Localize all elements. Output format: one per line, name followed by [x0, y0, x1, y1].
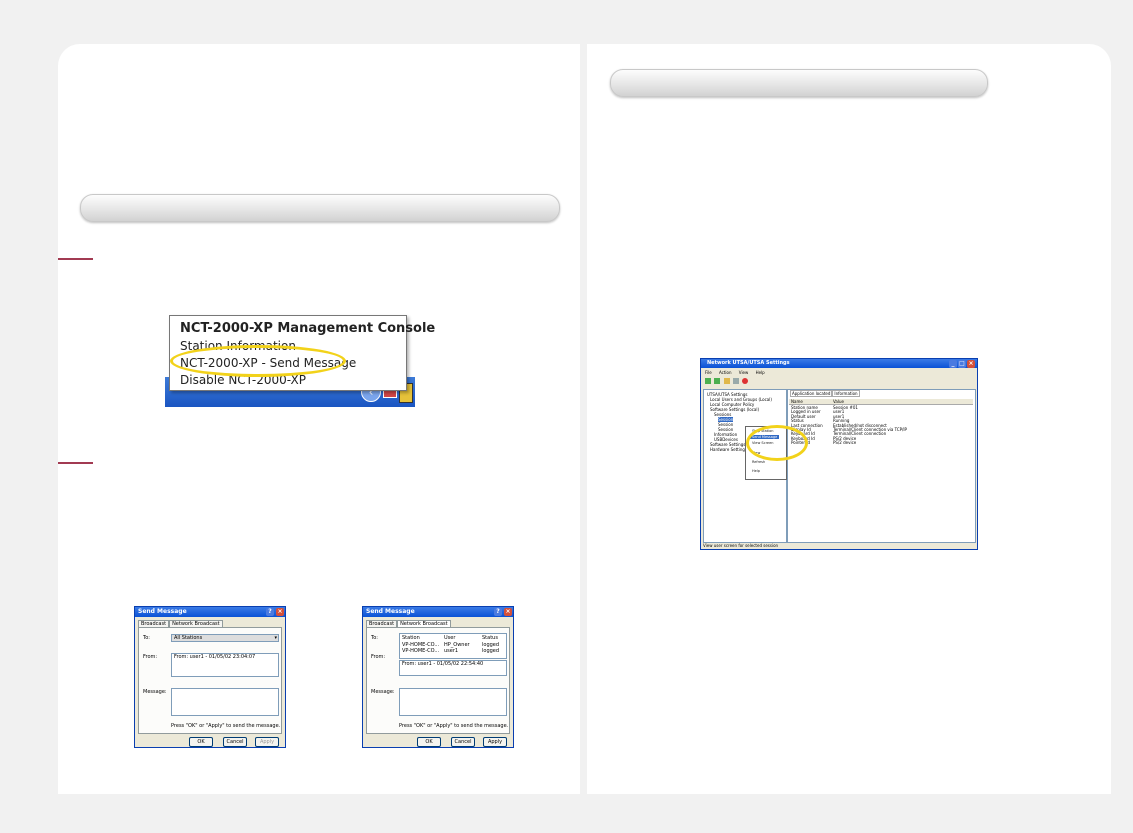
help-icon[interactable]: ? — [266, 608, 274, 616]
ok-button[interactable]: OK — [189, 737, 213, 747]
close-icon[interactable]: × — [504, 608, 512, 616]
close-icon[interactable]: × — [967, 359, 975, 368]
menu-file[interactable]: File — [705, 370, 712, 375]
forward-icon[interactable] — [714, 378, 721, 384]
section-bar-left — [80, 194, 560, 222]
dialog-title: Send Message ? × — [363, 607, 513, 617]
tab-information[interactable]: Information — [832, 390, 860, 397]
ok-button[interactable]: OK — [417, 737, 441, 747]
from-label: From: — [143, 654, 158, 660]
chevron-down-icon: ▾ — [274, 635, 277, 641]
message-label: Message: — [371, 689, 395, 695]
highlight-send-message — [170, 345, 346, 377]
ctx-help[interactable]: Help — [752, 469, 760, 473]
message-label: Message: — [143, 689, 167, 695]
stop-icon[interactable] — [742, 378, 749, 384]
tab-application-located[interactable]: Application located — [790, 390, 833, 397]
dialog-pane: To: Station User Status VP-HOME-CO... HP… — [366, 627, 510, 734]
dialog-tabs: Broadcast Network Broadcast — [366, 620, 451, 627]
col-status: Status — [482, 635, 498, 641]
cancel-button[interactable]: Cancel — [451, 737, 475, 747]
row-2-station[interactable]: VP-HOME-CO... — [402, 648, 439, 654]
apply-button[interactable]: Apply — [255, 737, 279, 747]
highlight-send-message-mmc — [746, 425, 808, 461]
section-bar-right — [610, 69, 988, 97]
tree-item[interactable]: Hardware Settings — [710, 447, 747, 452]
dialog-tabs: Broadcast Network Broadcast — [138, 620, 223, 627]
dialog-title: Send Message ? × — [135, 607, 285, 617]
table-row[interactable]: Pointer Id PS/2 device — [789, 440, 973, 445]
tab-broadcast[interactable]: Broadcast — [138, 620, 170, 627]
mmc-statusbar: View user screen for selected session — [703, 543, 779, 548]
to-label: To: — [371, 635, 378, 641]
send-message-dialog-network: Send Message ? × Broadcast Network Broadc… — [362, 606, 514, 748]
help-icon[interactable]: ? — [494, 608, 502, 616]
folder-icon[interactable] — [723, 378, 730, 384]
col-user: User — [444, 635, 456, 641]
from-field[interactable]: From: user1 - 01/05/02 22:54:40 — [399, 660, 507, 676]
menu-view[interactable]: View — [739, 370, 749, 375]
step-marker-1 — [58, 258, 93, 260]
mmc-toolbar — [705, 378, 749, 386]
tab-network-broadcast[interactable]: Network Broadcast — [397, 620, 451, 627]
from-label: From: — [371, 654, 386, 660]
tab-network-broadcast[interactable]: Network Broadcast — [169, 620, 223, 627]
menu-item-management-console[interactable]: NCT-2000-XP Management Console — [180, 321, 435, 336]
ctx-refresh[interactable]: Refresh — [752, 460, 765, 464]
maximize-icon[interactable]: □ — [958, 359, 966, 368]
to-select[interactable]: All Stations ▾ — [171, 634, 279, 642]
message-field[interactable] — [399, 688, 507, 716]
properties-icon[interactable] — [732, 378, 739, 384]
dialog-pane: To: All Stations ▾ From: From: user1 - 01… — [138, 627, 282, 734]
menu-action[interactable]: Action — [719, 370, 732, 375]
mmc-window: Network UTSA/UTSA Settings _ □ × File Ac… — [700, 358, 978, 550]
from-field[interactable]: From: user1 - 01/05/02 23:04:07 — [171, 653, 279, 677]
minimize-icon[interactable]: _ — [949, 359, 957, 368]
row-2-user: user1 — [444, 648, 459, 654]
col-value: Value — [833, 399, 844, 404]
send-hint: Press "OK" or "Apply" to send the messag… — [399, 723, 509, 729]
close-icon[interactable]: × — [276, 608, 284, 616]
details-tabs: Application located Information — [790, 390, 860, 397]
message-field[interactable] — [171, 688, 279, 716]
back-icon[interactable] — [705, 378, 711, 384]
station-list[interactable]: Station User Status VP-HOME-CO... HP_Own… — [399, 633, 507, 659]
mmc-title: Network UTSA/UTSA Settings _ □ × — [701, 359, 977, 368]
apply-button[interactable]: Apply — [483, 737, 507, 747]
col-name: Name — [791, 399, 803, 404]
send-hint: Press "OK" or "Apply" to send the messag… — [171, 723, 281, 729]
cancel-button[interactable]: Cancel — [223, 737, 247, 747]
row-2-status: logged — [482, 648, 500, 654]
step-marker-2 — [58, 462, 93, 464]
menu-help[interactable]: Help — [756, 370, 765, 375]
send-message-dialog-broadcast: Send Message ? × Broadcast Network Broadc… — [134, 606, 286, 748]
col-station: Station — [402, 635, 420, 641]
tab-broadcast[interactable]: Broadcast — [366, 620, 398, 627]
details-table: Name Value Station name Session #01 Logge… — [789, 399, 973, 445]
mmc-details: Application located Information Name Valu… — [787, 389, 976, 543]
mmc-menubar: File Action View Help — [705, 370, 765, 375]
to-label: To: — [143, 635, 150, 641]
